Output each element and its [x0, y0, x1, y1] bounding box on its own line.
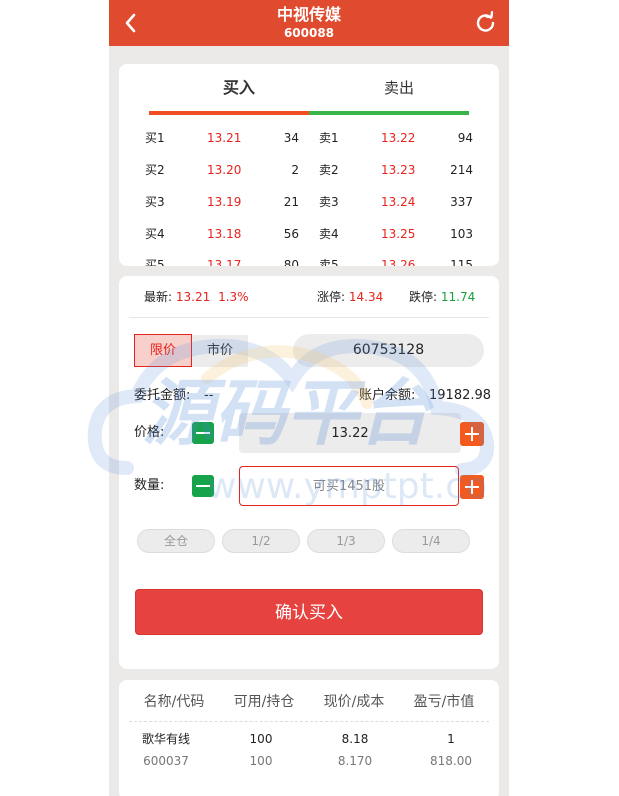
ask-volume: 94: [457, 131, 473, 145]
bid-price: 13.20: [207, 163, 242, 177]
latest-label: 最新:: [144, 290, 173, 304]
position-code: 600037: [143, 754, 189, 768]
ask-price: 13.25: [381, 227, 416, 241]
price-label: 价格:: [134, 425, 165, 440]
bid-row[interactable]: 买1 13.21 34: [145, 128, 299, 148]
bid-row[interactable]: 买5 13.17 80: [145, 255, 299, 266]
entrust-amount-value: --: [204, 388, 214, 403]
latest-change-pct: 1.3%: [218, 290, 249, 304]
bid-price: 13.21: [207, 131, 242, 145]
ask-volume: 337: [450, 195, 473, 209]
bid-row[interactable]: 买2 13.20 2: [145, 160, 299, 180]
buy-tab-indicator: [149, 111, 309, 115]
limit-up-price: 14.34: [348, 290, 384, 304]
bid-volume: 80: [283, 258, 299, 266]
ask-volume: 214: [450, 163, 473, 177]
bid-label: 买5: [145, 258, 165, 266]
ask-row[interactable]: 卖5 13.26 115: [319, 255, 473, 266]
account-selector[interactable]: 60753128: [293, 334, 484, 367]
limit-down-price: 11.74: [440, 290, 476, 304]
stock-code: 600088: [283, 26, 335, 40]
limit-up-label: 涨停:: [317, 290, 346, 304]
position-pnl: 1: [447, 732, 455, 746]
position-holding: 100: [249, 754, 273, 768]
column-header-available: 可用/持仓: [233, 694, 295, 710]
bid-row[interactable]: 买4 13.18 56: [145, 224, 299, 244]
ask-price: 13.22: [381, 131, 416, 145]
latest-quote: 最新: 13.21 1.3%: [144, 289, 249, 305]
ask-row[interactable]: 卖3 13.24 337: [319, 192, 473, 212]
quantity-label: 数量:: [134, 478, 165, 493]
shortcut-quarter[interactable]: 1/4: [392, 529, 470, 553]
position-name: 歌华有线: [141, 732, 190, 746]
ask-row[interactable]: 卖4 13.25 103: [319, 224, 473, 244]
positions-card: 名称/代码 可用/持仓 现价/成本 盈亏/市值 歌华有线 600037 100 …: [119, 680, 499, 796]
shortcut-third[interactable]: 1/3: [307, 529, 385, 553]
ask-label: 卖1: [319, 131, 339, 145]
stock-name-title: 中视传媒: [276, 5, 341, 24]
ask-price: 13.24: [381, 195, 416, 209]
position-price: 8.18: [341, 732, 369, 746]
ask-label: 卖2: [319, 163, 339, 177]
confirm-buy-button[interactable]: 确认买入: [135, 589, 483, 635]
bid-volume: 56: [283, 227, 299, 241]
position-available: 100: [249, 732, 273, 746]
entrust-amount-label: 委托金额:: [134, 388, 191, 403]
limit-down-label: 跌停:: [409, 290, 438, 304]
column-header-price: 现价/成本: [323, 694, 385, 710]
price-input[interactable]: [239, 413, 461, 453]
order-form-card: 最新: 13.21 1.3% 涨停: 14.34 跌停: 11.74 限价 市价…: [119, 276, 499, 669]
limit-order-button[interactable]: 限价: [134, 334, 192, 367]
quantity-increase-button[interactable]: [460, 475, 484, 499]
bid-label: 买2: [145, 163, 165, 177]
bid-volume: 34: [283, 131, 299, 145]
price-decrease-button[interactable]: [192, 422, 214, 444]
quantity-decrease-button[interactable]: [192, 475, 214, 497]
balance-label: 账户余额:: [359, 388, 416, 403]
divider: [129, 317, 489, 318]
ask-row[interactable]: 卖2 13.23 214: [319, 160, 473, 180]
bid-label: 买3: [145, 195, 165, 209]
top-bar: 中视传媒 600088: [109, 0, 509, 46]
balance-value: 19182.98: [429, 388, 492, 403]
limit-down-info: 跌停: 11.74: [409, 289, 475, 305]
phone-screen: 中视传媒 600088 买入 卖出 买1 13.21 34 买2 13.20 2…: [109, 0, 509, 796]
orderbook-card: 买入 卖出 买1 13.21 34 买2 13.20 2 买3 13.19 21…: [119, 64, 499, 266]
ask-volume: 103: [450, 227, 473, 241]
market-order-button[interactable]: 市价: [192, 335, 248, 367]
position-cost: 8.170: [337, 754, 373, 768]
ask-price: 13.26: [381, 258, 416, 266]
bid-volume: 21: [283, 195, 299, 209]
shortcut-full-position[interactable]: 全仓: [137, 529, 215, 553]
sell-tab-indicator: [309, 111, 469, 115]
bid-price: 13.17: [207, 258, 242, 266]
column-header-pnl: 盈亏/市值: [413, 694, 475, 710]
ask-row[interactable]: 卖1 13.22 94: [319, 128, 473, 148]
ask-volume: 115: [450, 258, 473, 266]
shortcut-half[interactable]: 1/2: [222, 529, 300, 553]
bid-row[interactable]: 买3 13.19 21: [145, 192, 299, 212]
limit-up-info: 涨停: 14.34: [317, 289, 383, 305]
position-market-value: 818.00: [430, 754, 472, 768]
bid-label: 买1: [145, 131, 165, 145]
ask-label: 卖3: [319, 195, 339, 209]
refresh-icon[interactable]: [473, 9, 499, 37]
header-divider: [129, 721, 489, 722]
latest-price: 13.21: [175, 290, 211, 304]
ask-label: 卖4: [319, 227, 339, 241]
tab-sell[interactable]: 卖出: [319, 76, 479, 100]
bid-price: 13.19: [207, 195, 242, 209]
ask-label: 卖5: [319, 258, 339, 266]
bid-volume: 2: [291, 163, 299, 177]
tab-buy[interactable]: 买入: [159, 76, 319, 100]
bid-price: 13.18: [207, 227, 242, 241]
bid-label: 买4: [145, 227, 165, 241]
quantity-input[interactable]: [239, 466, 459, 506]
price-increase-button[interactable]: [460, 422, 484, 446]
ask-price: 13.23: [381, 163, 416, 177]
column-header-name: 名称/代码: [143, 694, 205, 710]
